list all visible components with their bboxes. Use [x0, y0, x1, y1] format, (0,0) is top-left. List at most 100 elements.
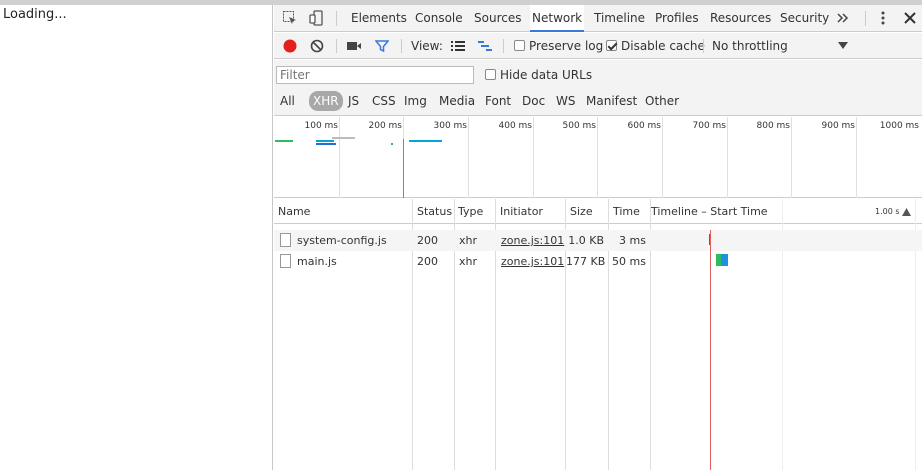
inspect-element-icon[interactable]	[281, 9, 299, 27]
overview-tick: 700 ms	[692, 121, 727, 131]
filter-input[interactable]	[276, 66, 474, 84]
network-overview[interactable]: 100 ms 200 ms 300 ms 400 ms 500 ms 600 m…	[274, 117, 922, 198]
overview-icon[interactable]	[476, 37, 494, 55]
disable-cache-checkbox[interactable]: Disable cache	[606, 33, 705, 59]
filter-type-doc[interactable]: Doc	[520, 91, 547, 111]
record-icon[interactable]	[281, 37, 299, 55]
request-type: xhr	[459, 255, 478, 268]
tab-elements[interactable]: Elements	[349, 5, 409, 32]
devtools-tabbar: Elements Console Sources Network Timelin…	[274, 5, 922, 32]
column-header-name[interactable]: Name	[275, 199, 310, 224]
tab-profiles[interactable]: Profiles	[653, 5, 701, 32]
tab-sources[interactable]: Sources	[472, 5, 523, 32]
devtools-panel: Elements Console Sources Network Timelin…	[274, 5, 922, 470]
load-event-marker	[403, 139, 404, 198]
overview-gridline	[533, 117, 534, 198]
hide-data-urls-checkbox[interactable]: Hide data URLs	[485, 66, 592, 84]
request-name: system-config.js	[297, 234, 387, 247]
filter-type-ws[interactable]: WS	[554, 91, 577, 111]
filter-type-font[interactable]: Font	[483, 91, 513, 111]
request-name-cell: main.js	[277, 251, 337, 272]
throttling-select[interactable]: No throttling	[712, 33, 852, 59]
close-icon[interactable]	[901, 9, 919, 27]
overview-gridline	[597, 117, 598, 198]
filter-type-all[interactable]: All	[278, 91, 297, 111]
column-header-size[interactable]: Size	[567, 199, 593, 224]
filter-type-other[interactable]: Other	[643, 91, 681, 111]
tab-label: Timeline	[594, 11, 646, 25]
request-size: 177 KB	[566, 255, 606, 268]
filter-icon[interactable]	[373, 37, 391, 55]
load-event-line	[710, 230, 711, 470]
column-header-initiator[interactable]: Initiator	[497, 199, 543, 224]
tab-network[interactable]: Network	[530, 5, 585, 32]
table-row[interactable]: system-config.js 200 xhr zone.js:101 1.0…	[274, 230, 922, 251]
preserve-log-checkbox[interactable]: Preserve log	[514, 33, 603, 59]
capture-screenshots-icon[interactable]	[345, 37, 363, 55]
overview-tick: 500 ms	[562, 121, 597, 131]
device-mode-icon[interactable]	[308, 9, 326, 27]
overview-tick: 100 ms	[304, 121, 339, 131]
tab-timeline[interactable]: Timeline	[592, 5, 647, 32]
checkbox-box	[485, 69, 496, 80]
filter-type-media[interactable]: Media	[437, 91, 477, 111]
tab-label: Console	[415, 11, 463, 25]
request-time: 50 ms	[612, 255, 646, 268]
request-type: xhr	[459, 234, 478, 247]
request-status: 200	[417, 255, 438, 268]
toolbar-divider	[336, 39, 337, 53]
toolbar-divider	[401, 39, 402, 53]
tab-resources[interactable]: Resources	[708, 5, 773, 32]
view-label: View:	[411, 39, 443, 53]
overview-tick: 800 ms	[756, 121, 791, 131]
overview-gridline	[856, 117, 857, 198]
overview-gridline	[791, 117, 792, 198]
kebab-menu-icon[interactable]	[874, 9, 892, 27]
overview-gridline	[662, 117, 663, 198]
request-time: 3 ms	[619, 234, 646, 247]
overview-bar	[409, 140, 442, 142]
request-table: Name Status Type Initiator Size Time Tim…	[274, 199, 922, 470]
sort-up-icon[interactable]	[897, 203, 915, 221]
column-header-type[interactable]: Type	[455, 199, 483, 224]
overview-bar	[332, 137, 355, 139]
filter-type-manifest[interactable]: Manifest	[584, 91, 639, 111]
clear-icon[interactable]	[308, 37, 326, 55]
overview-bar	[316, 140, 334, 142]
overview-gridline	[727, 117, 728, 198]
filter-type-xhr[interactable]: XHR	[309, 91, 343, 111]
toolbar-divider	[503, 39, 504, 53]
column-header-time[interactable]: Time	[610, 199, 640, 224]
tab-console[interactable]: Console	[413, 5, 465, 32]
filter-type-css[interactable]: CSS	[370, 91, 398, 111]
overview-tick: 900 ms	[821, 121, 856, 131]
checkbox-box	[606, 40, 617, 51]
more-tabs-icon[interactable]	[834, 9, 852, 27]
overview-tick: 600 ms	[627, 121, 662, 131]
tab-security[interactable]: Security	[778, 5, 831, 32]
filter-type-js[interactable]: JS	[346, 91, 361, 111]
tab-label: Security	[780, 11, 830, 25]
overview-tick: 200 ms	[368, 121, 403, 131]
request-initiator-link[interactable]: zone.js:101	[498, 230, 564, 251]
overview-tick: 400 ms	[498, 121, 533, 131]
filter-type-img[interactable]: Img	[402, 91, 429, 111]
hide-data-urls-label: Hide data URLs	[500, 68, 593, 82]
file-icon	[280, 233, 291, 247]
tab-label: Elements	[351, 11, 407, 25]
column-header-status[interactable]: Status	[414, 199, 452, 224]
request-status: 200	[417, 234, 438, 247]
network-toolbar: View: Preserve log Disable cache No thro…	[274, 33, 922, 59]
request-size: 1.0 KB	[568, 234, 604, 247]
large-rows-icon[interactable]	[449, 37, 467, 55]
request-initiator-link[interactable]: zone.js:101	[498, 251, 564, 272]
chevron-down-icon[interactable]	[834, 37, 852, 55]
disable-cache-label: Disable cache	[621, 39, 705, 53]
checkbox-box	[514, 40, 525, 51]
column-header-timeline[interactable]: Timeline – Start Time	[648, 199, 768, 224]
overview-gridline	[468, 117, 469, 198]
request-name: main.js	[297, 255, 337, 268]
request-name-cell: system-config.js	[277, 230, 387, 251]
table-row[interactable]: main.js 200 xhr zone.js:101 177 KB 50 ms	[274, 251, 922, 272]
tabbar-divider	[865, 11, 866, 26]
